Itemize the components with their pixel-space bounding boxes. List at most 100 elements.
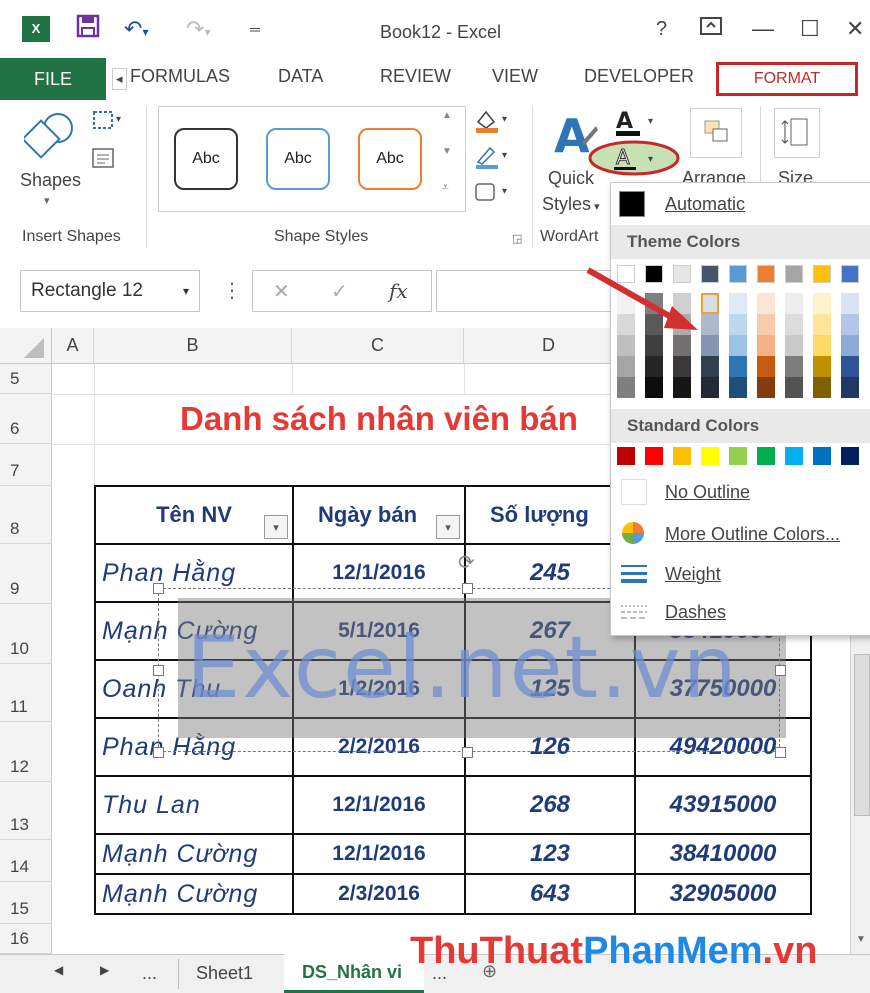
cancel-icon[interactable]: ✕: [273, 279, 290, 304]
theme-shade-swatch[interactable]: [757, 314, 775, 335]
row-header[interactable]: 11: [0, 664, 52, 722]
ribbon-display-icon[interactable]: [700, 14, 722, 44]
resize-handle[interactable]: [775, 665, 786, 676]
cell-date[interactable]: 2/3/2016: [292, 873, 466, 915]
row-header[interactable]: 6: [0, 394, 52, 444]
close-button[interactable]: ✕: [846, 14, 864, 44]
dialog-launcher-icon[interactable]: ◲: [512, 232, 522, 245]
row-header[interactable]: 5: [0, 364, 52, 394]
theme-shade-swatch[interactable]: [757, 356, 775, 377]
text-box-icon[interactable]: [92, 148, 114, 173]
theme-shade-swatch[interactable]: [813, 356, 831, 377]
cell-quantity[interactable]: 643: [464, 873, 636, 915]
shape-style-preset-1[interactable]: Abc: [174, 128, 238, 190]
row-header[interactable]: 14: [0, 840, 52, 882]
standard-color-swatch[interactable]: [673, 447, 691, 465]
text-outline-button[interactable]: A ▾: [588, 140, 680, 176]
text-fill-icon[interactable]: A ▾: [614, 108, 660, 143]
theme-shade-swatch[interactable]: [729, 335, 747, 356]
theme-shade-swatch[interactable]: [617, 335, 635, 356]
theme-color-swatch[interactable]: [841, 265, 859, 283]
row-header[interactable]: 8: [0, 486, 52, 544]
help-button[interactable]: ?: [656, 14, 667, 44]
resize-handle[interactable]: [153, 583, 164, 594]
standard-color-swatch[interactable]: [701, 447, 719, 465]
header-cell[interactable]: Ngày bán ▾: [292, 485, 466, 545]
enter-icon[interactable]: ✓: [331, 279, 348, 304]
theme-shade-swatch[interactable]: [729, 293, 747, 314]
filter-dropdown-icon[interactable]: ▾: [436, 515, 460, 539]
sheet-title[interactable]: Danh sách nhân viên bán: [180, 400, 578, 438]
menu-item-no-outline[interactable]: No Outline: [611, 473, 870, 511]
cell-date[interactable]: 12/1/2016: [292, 833, 466, 875]
scroll-down-icon[interactable]: ▼: [856, 934, 866, 945]
row-header[interactable]: 15: [0, 882, 52, 924]
quick-styles-label2[interactable]: Styles ▾: [542, 194, 600, 215]
column-header-c[interactable]: C: [292, 328, 464, 364]
more-sheets-left[interactable]: ...: [142, 963, 157, 984]
customize-qat-icon[interactable]: ═: [250, 14, 260, 44]
row-header[interactable]: 10: [0, 604, 52, 664]
menu-item-weight[interactable]: Weight: [611, 555, 870, 593]
tab-formulas[interactable]: FORMULAS: [130, 66, 230, 87]
theme-shade-swatch[interactable]: [729, 377, 747, 398]
tab-scroll-left-icon[interactable]: ◂: [112, 68, 127, 90]
cell-revenue[interactable]: 43915000: [634, 775, 812, 835]
standard-color-swatch[interactable]: [729, 447, 747, 465]
size-icon[interactable]: [774, 108, 820, 158]
theme-shade-swatch[interactable]: [785, 356, 803, 377]
sheet-tab-active[interactable]: DS_Nhân vi: [284, 954, 424, 993]
standard-color-swatch[interactable]: [841, 447, 859, 465]
cell-revenue[interactable]: 32905000: [634, 873, 812, 915]
gallery-scroll-down-icon[interactable]: ▼: [442, 146, 452, 157]
menu-item-dashes[interactable]: Dashes: [611, 593, 870, 631]
tab-format[interactable]: FORMAT: [716, 62, 858, 96]
resize-handle[interactable]: [775, 747, 786, 758]
row-header[interactable]: 7: [0, 444, 52, 486]
theme-shade-swatch[interactable]: [645, 335, 663, 356]
standard-color-swatch[interactable]: [813, 447, 831, 465]
cell-name[interactable]: Mạnh Cường: [94, 833, 294, 875]
menu-item-automatic[interactable]: Automatic: [611, 185, 870, 223]
maximize-button[interactable]: ☐: [800, 14, 820, 44]
tab-data[interactable]: DATA: [278, 66, 323, 87]
theme-shade-swatch[interactable]: [673, 377, 691, 398]
theme-shade-swatch[interactable]: [813, 293, 831, 314]
undo-icon[interactable]: ↶▾: [124, 14, 148, 47]
cell-quantity[interactable]: 123: [464, 833, 636, 875]
edit-shape-icon[interactable]: ▾: [92, 110, 124, 137]
header-cell[interactable]: Tên NV ▾: [94, 485, 294, 545]
theme-color-swatch[interactable]: [757, 265, 775, 283]
gallery-more-icon[interactable]: ⩡: [442, 180, 449, 195]
theme-color-swatch[interactable]: [813, 265, 831, 283]
name-box[interactable]: Rectangle 12 ▾: [20, 270, 200, 312]
menu-item-more-colors[interactable]: More Outline Colors...: [611, 515, 870, 553]
theme-shade-swatch[interactable]: [673, 356, 691, 377]
row-header[interactable]: 13: [0, 782, 52, 840]
vertical-scrollbar[interactable]: ▼: [850, 634, 870, 954]
gallery-scroll-up-icon[interactable]: ▲: [442, 110, 452, 121]
insert-function-icon[interactable]: fx: [389, 279, 408, 303]
scroll-first-sheet-icon[interactable]: ◀: [54, 963, 63, 977]
chevron-down-icon[interactable]: ▾: [183, 271, 189, 311]
column-header-a[interactable]: A: [52, 328, 94, 364]
theme-shade-swatch[interactable]: [701, 377, 719, 398]
cell-name[interactable]: Mạnh Cường: [94, 873, 294, 915]
theme-shade-swatch[interactable]: [813, 377, 831, 398]
theme-shade-swatch[interactable]: [757, 377, 775, 398]
arrange-icon[interactable]: [690, 108, 742, 158]
shapes-button-label[interactable]: Shapes: [20, 170, 81, 191]
minimize-button[interactable]: —: [752, 14, 774, 44]
cell-date[interactable]: 12/1/2016: [292, 775, 466, 835]
theme-shade-swatch[interactable]: [841, 356, 859, 377]
theme-shade-swatch[interactable]: [813, 335, 831, 356]
theme-color-swatch[interactable]: [729, 265, 747, 283]
resize-handle[interactable]: [153, 747, 164, 758]
cell-revenue[interactable]: 38410000: [634, 833, 812, 875]
redo-icon[interactable]: ↷▾: [186, 14, 210, 47]
row-header[interactable]: 16: [0, 924, 52, 954]
theme-shade-swatch[interactable]: [841, 335, 859, 356]
theme-shade-swatch[interactable]: [841, 314, 859, 335]
theme-shade-swatch[interactable]: [757, 293, 775, 314]
save-icon[interactable]: [76, 14, 100, 46]
